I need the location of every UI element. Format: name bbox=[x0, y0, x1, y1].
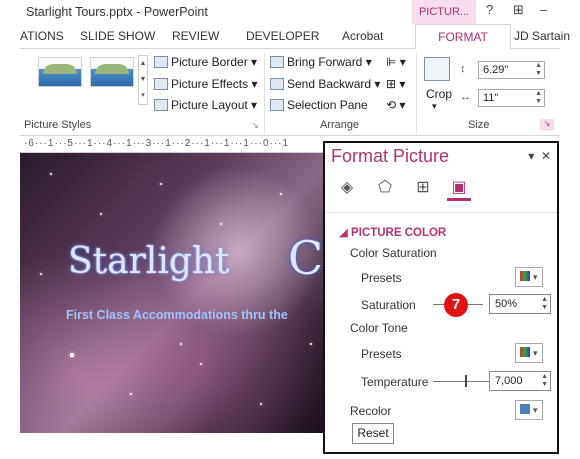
recolor-label: Recolor bbox=[350, 404, 392, 418]
star bbox=[280, 193, 282, 195]
tab-divider bbox=[325, 212, 557, 213]
tab-animations[interactable]: ATIONS bbox=[20, 29, 64, 43]
spin-arrows-icon[interactable]: ▲ ▼ bbox=[535, 90, 542, 106]
picture-effects-button[interactable]: Picture Effects ▾ bbox=[154, 77, 258, 91]
recolor-swatch-icon bbox=[520, 404, 531, 414]
group-objects-icon[interactable]: ⊞ ▾ bbox=[386, 77, 405, 91]
color-saturation-label: Color Saturation bbox=[350, 246, 437, 260]
star bbox=[200, 363, 202, 365]
tone-presets-picker[interactable]: ▾ bbox=[515, 343, 543, 363]
spin-arrows-icon[interactable]: ▲ ▼ bbox=[535, 62, 542, 78]
selection-pane-icon bbox=[270, 99, 284, 111]
fill-line-icon[interactable]: ◈ bbox=[335, 177, 359, 201]
presets-label: Presets bbox=[361, 271, 402, 285]
tab-acrobat[interactable]: Acrobat bbox=[342, 29, 383, 43]
picture-style-thumb[interactable] bbox=[38, 57, 82, 87]
width-icon: ↔ bbox=[460, 91, 471, 103]
star bbox=[50, 173, 52, 175]
bring-forward-button[interactable]: Bring Forward ▾ bbox=[270, 55, 372, 69]
group-label-size: Size bbox=[468, 119, 490, 131]
star bbox=[40, 273, 42, 275]
reset-button[interactable]: Reset bbox=[352, 423, 394, 444]
width-field[interactable]: 11" ▲ ▼ bbox=[478, 89, 545, 107]
logo-text: Starlight bbox=[68, 241, 230, 282]
height-icon: ↕ bbox=[460, 63, 466, 75]
help-button[interactable]: ? bbox=[486, 2, 493, 17]
color-tone-label: Color Tone bbox=[350, 321, 408, 335]
temperature-field[interactable]: 7,000 ▲ ▼ bbox=[489, 371, 551, 391]
preset-swatch-icon bbox=[520, 271, 531, 281]
minimize-button[interactable]: – bbox=[540, 2, 547, 17]
star bbox=[160, 183, 162, 185]
saturation-field[interactable]: 50% ▲ ▼ bbox=[489, 294, 551, 314]
pane-options-icon[interactable]: ▾ bbox=[528, 149, 534, 163]
format-picture-pane: Format Picture ▾ ✕ ◈ ⬠ ⊞ ▣ ◢ PICTURE COL… bbox=[323, 141, 559, 454]
dialog-launcher-icon[interactable]: ↘ bbox=[252, 121, 259, 130]
effects-pentagon-icon[interactable]: ⬠ bbox=[373, 177, 397, 201]
slide-tagline: First Class Accommodations thru the bbox=[66, 308, 288, 322]
picture-border-button[interactable]: Picture Border ▾ bbox=[154, 55, 257, 69]
picture-tools-context-tab[interactable]: PICTUR... bbox=[412, 0, 476, 24]
saturation-presets-picker[interactable]: ▾ bbox=[515, 267, 543, 287]
height-field[interactable]: 6.29" ▲ ▼ bbox=[478, 61, 545, 79]
size-dialog-launcher-icon[interactable]: ↘ bbox=[540, 119, 554, 131]
selection-pane-button[interactable]: Selection Pane bbox=[270, 98, 368, 112]
saturation-label: Saturation bbox=[361, 298, 416, 312]
picture-icon[interactable]: ▣ bbox=[447, 177, 471, 201]
star bbox=[310, 343, 312, 345]
temperature-label: Temperature bbox=[361, 375, 429, 389]
preset-swatch-icon bbox=[520, 347, 531, 357]
star bbox=[100, 213, 102, 215]
align-icon[interactable]: ⊫ ▾ bbox=[386, 55, 406, 69]
temperature-slider-thumb[interactable] bbox=[465, 375, 467, 387]
rotate-icon[interactable]: ⟲ ▾ bbox=[386, 98, 405, 112]
step-badge: 7 bbox=[444, 293, 468, 317]
spin-arrows-icon[interactable]: ▲ ▼ bbox=[541, 373, 548, 389]
crop-icon[interactable] bbox=[424, 57, 450, 81]
layout-icon bbox=[154, 99, 168, 111]
star bbox=[180, 343, 182, 345]
logo-text-partial: C bbox=[288, 231, 323, 285]
star bbox=[130, 393, 132, 395]
effects-icon bbox=[154, 78, 168, 90]
star bbox=[220, 223, 222, 225]
temperature-slider[interactable] bbox=[433, 381, 489, 382]
crop-button[interactable]: Crop bbox=[426, 87, 452, 101]
recolor-picker[interactable]: ▾ bbox=[515, 400, 543, 420]
styles-gallery-scroll[interactable]: ▲ ▼ ▾ bbox=[138, 55, 148, 105]
pane-title: Format Picture bbox=[331, 146, 450, 166]
pane-controls: ▾ ✕ bbox=[528, 149, 551, 163]
send-backward-icon bbox=[270, 78, 284, 90]
tab-review[interactable]: REVIEW bbox=[172, 29, 219, 43]
horizontal-ruler: ·6···1···5···1···4···1···3···1···2···1··… bbox=[20, 137, 323, 153]
slide-canvas[interactable]: Starlight C First Class Accommodations t… bbox=[20, 153, 323, 433]
title-bar: Starlight Tours.pptx - PowerPoint PICTUR… bbox=[20, 0, 580, 24]
size-properties-icon[interactable]: ⊞ bbox=[411, 177, 435, 201]
ribbon-tabs: ATIONS SLIDE SHOW REVIEW DEVELOPER Acrob… bbox=[20, 24, 580, 49]
group-label-styles: Picture Styles bbox=[24, 119, 92, 131]
ribbon-display-button[interactable]: ⊞ bbox=[513, 2, 524, 18]
group-label-arrange: Arrange bbox=[320, 119, 360, 131]
group-separator bbox=[264, 53, 265, 133]
tab-user[interactable]: JD Sartain bbox=[514, 29, 570, 43]
picture-layout-button[interactable]: Picture Layout ▾ bbox=[154, 98, 257, 112]
group-separator bbox=[416, 53, 417, 133]
tab-developer[interactable]: DEVELOPER bbox=[246, 29, 319, 43]
crop-dropdown-arrow[interactable]: ▾ bbox=[432, 101, 437, 112]
star bbox=[260, 403, 262, 405]
section-picture-color[interactable]: ◢ PICTURE COLOR bbox=[339, 225, 446, 239]
spin-arrows-icon[interactable]: ▲ ▼ bbox=[541, 296, 548, 312]
close-icon[interactable]: ✕ bbox=[541, 149, 551, 163]
border-icon bbox=[154, 56, 168, 68]
send-backward-button[interactable]: Send Backward ▾ bbox=[270, 77, 380, 91]
window-title: Starlight Tours.pptx - PowerPoint bbox=[26, 5, 208, 19]
star bbox=[70, 353, 74, 357]
ribbon: ▲ ▼ ▾ Picture Border ▾ Picture Effects ▾ P… bbox=[20, 48, 560, 136]
bring-forward-icon bbox=[270, 56, 284, 68]
presets-label: Presets bbox=[361, 347, 402, 361]
tab-slide-show[interactable]: SLIDE SHOW bbox=[80, 29, 155, 43]
picture-style-thumb[interactable] bbox=[90, 57, 134, 87]
tab-format[interactable]: FORMAT bbox=[415, 24, 511, 49]
